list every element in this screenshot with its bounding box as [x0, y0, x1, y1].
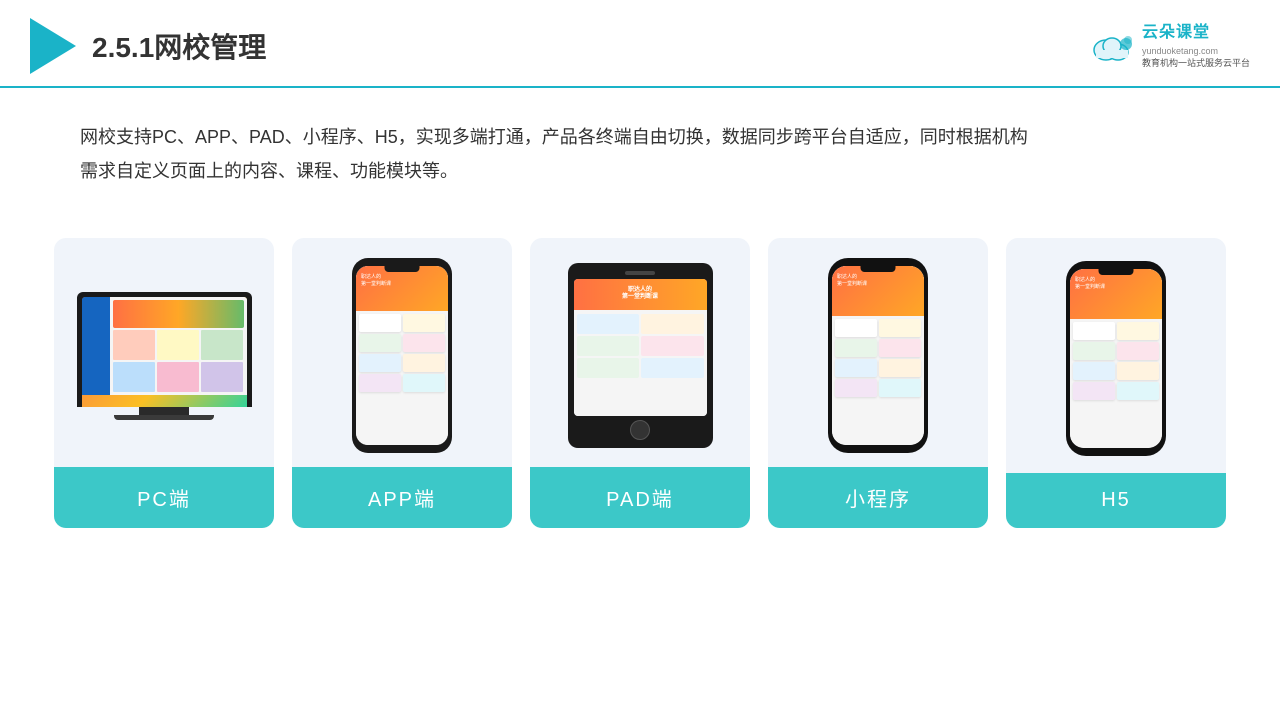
mini-phone-mockup: 职达人的第一堂判断课 — [828, 258, 928, 453]
card-app-image: 职达人的第一堂判断课 — [292, 238, 512, 467]
brand-url: yunduoketang.com — [1142, 45, 1250, 58]
h5-phone-mockup: 职达人的第一堂判断课 — [1066, 261, 1166, 456]
card-pad-label: PAD端 — [530, 467, 750, 528]
card-h5-label: H5 — [1006, 473, 1226, 528]
tablet-outer: 职达人的第一堂判断课 — [568, 263, 713, 448]
phone-screen: 职达人的第一堂判断课 — [356, 266, 448, 445]
cards-container: PC端 职达人的第一堂判断课 — [0, 218, 1280, 558]
header-left: 2.5.1网校管理 — [30, 18, 266, 74]
h5-phone-notch — [1099, 269, 1134, 275]
brand-slogan: 教育机构一站式服务云平台 — [1142, 57, 1250, 70]
description-text: 网校支持PC、APP、PAD、小程序、H5，实现多端打通，产品各终端自由切换，数… — [0, 88, 1280, 208]
card-h5: 职达人的第一堂判断课 — [1006, 238, 1226, 528]
app-phone-mockup: 职达人的第一堂判断课 — [352, 258, 452, 453]
tablet-home-button — [630, 420, 650, 440]
card-pc: PC端 — [54, 238, 274, 528]
pc-mockup — [72, 292, 257, 420]
card-app-label: APP端 — [292, 467, 512, 528]
mini-phone-content: 职达人的第一堂判断课 — [832, 266, 924, 445]
card-mini-label: 小程序 — [768, 467, 988, 528]
header: 2.5.1网校管理 云朵课堂 yunduoketang.com 教育机构一站式服… — [0, 0, 1280, 88]
phone-notch — [385, 266, 420, 272]
phone-content: 职达人的第一堂判断课 — [356, 266, 448, 445]
brand-name: 云朵课堂 — [1142, 22, 1250, 44]
mini-phone-notch — [861, 266, 896, 272]
card-pc-image — [54, 238, 274, 467]
card-app: 职达人的第一堂判断课 — [292, 238, 512, 528]
description-line2: 需求自定义页面上的内容、课程、功能模块等。 — [80, 154, 1200, 188]
tablet-screen: 职达人的第一堂判断课 — [574, 279, 707, 416]
page-title: 2.5.1网校管理 — [92, 26, 266, 66]
mini-phone-screen: 职达人的第一堂判断课 — [832, 266, 924, 445]
card-h5-image: 职达人的第一堂判断课 — [1006, 238, 1226, 473]
card-pc-label: PC端 — [54, 467, 274, 528]
pc-screen-inner — [82, 297, 247, 407]
pad-tablet-mockup: 职达人的第一堂判断课 — [560, 263, 720, 448]
card-mini-image: 职达人的第一堂判断课 — [768, 238, 988, 467]
card-mini: 职达人的第一堂判断课 — [768, 238, 988, 528]
logo-triangle-icon — [30, 18, 76, 74]
h5-phone-content: 职达人的第一堂判断课 — [1070, 269, 1162, 448]
brand-logo: 云朵课堂 yunduoketang.com 教育机构一站式服务云平台 — [1088, 22, 1250, 70]
cloud-icon — [1088, 30, 1136, 62]
brand-text: 云朵课堂 yunduoketang.com 教育机构一站式服务云平台 — [1142, 22, 1250, 70]
pc-screen-outer — [77, 292, 252, 407]
description-line1: 网校支持PC、APP、PAD、小程序、H5，实现多端打通，产品各终端自由切换，数… — [80, 120, 1200, 154]
tablet-camera — [625, 271, 655, 275]
tablet-content: 职达人的第一堂判断课 — [574, 279, 707, 416]
h5-phone-screen: 职达人的第一堂判断课 — [1070, 269, 1162, 448]
card-pad-image: 职达人的第一堂判断课 — [530, 238, 750, 467]
card-pad: 职达人的第一堂判断课 — [530, 238, 750, 528]
